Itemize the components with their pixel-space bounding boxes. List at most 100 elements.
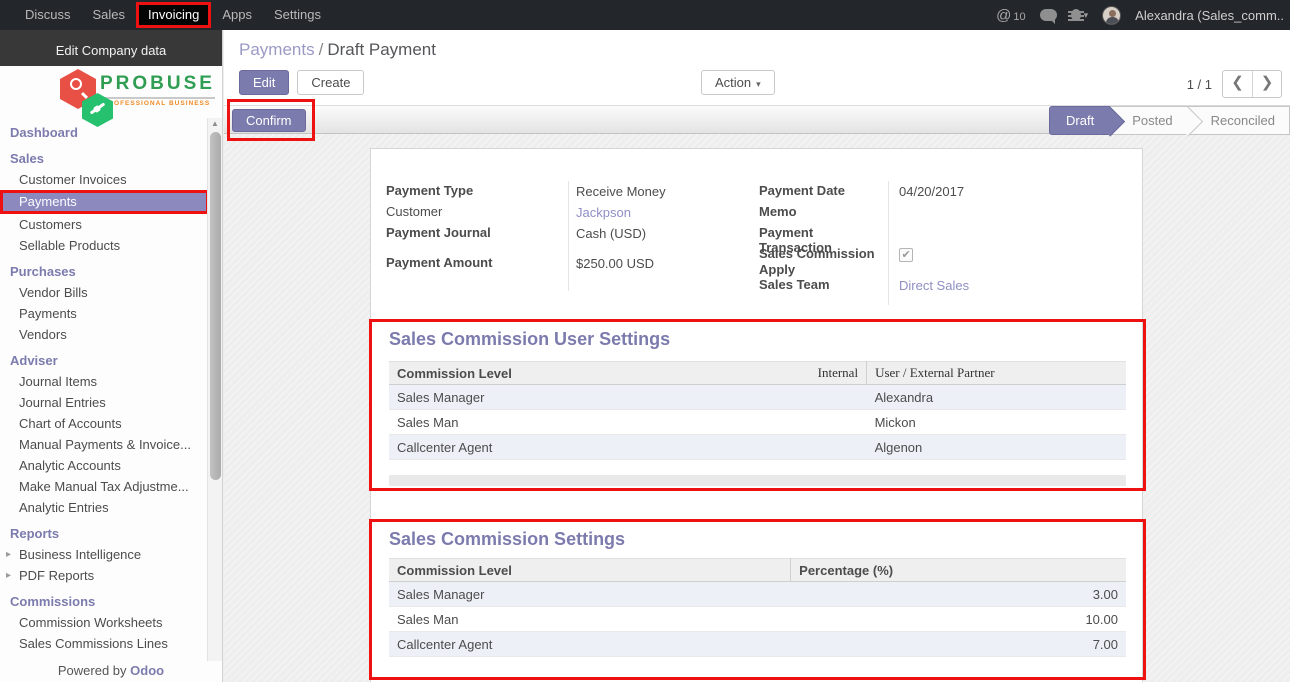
sidebar-item-payments-selected[interactable]: Payments [0,190,209,214]
sidebar-section-commissions[interactable]: Commissions [0,591,222,612]
sidebar-item-pdf-reports[interactable]: PDF Reports [0,565,222,586]
table-row[interactable]: Callcenter Agent Algenon [389,435,1126,460]
sales-team-value-wrap: Direct Sales [899,278,969,293]
powered-by-text: Powered by [58,663,127,678]
annotation-box-user-settings: Sales Commission User Settings Commissio… [369,319,1146,491]
status-draft[interactable]: Draft [1049,106,1110,135]
sidebar-item-analytic-accounts[interactable]: Analytic Accounts [0,455,222,476]
table-row[interactable]: Sales Man 10.00 [389,607,1126,632]
topbar-right-tools: @ 10 ▾ Alexandra (Sales_comm.. [996,0,1284,30]
col-percentage[interactable]: Percentage (%) [791,559,1126,582]
cell-level: Sales Manager [389,385,867,410]
payment-amount-value-wrap: $250.00 USD [576,256,654,271]
table-row[interactable]: Callcenter Agent 7.00 [389,632,1126,657]
statusbar: Draft Posted Reconciled [1049,106,1290,135]
form-sheet: Payment Type Receive Money Customer Jack… [370,148,1143,682]
scroll-up-icon[interactable]: ▲ [208,118,222,130]
status-reconciled[interactable]: Reconciled [1189,106,1290,135]
sidebar-item-vendor-payments[interactable]: Payments [0,303,222,324]
table-header-row: Commission Level Percentage (%) [389,559,1126,582]
field-sales-commission-apply: Sales Commission Apply [759,246,881,278]
sales-team-link[interactable]: Direct Sales [899,278,969,293]
col-user-partner[interactable]: User / External Partner [867,362,1126,385]
menu-apps[interactable]: Apps [211,0,263,30]
action-dropdown[interactable]: Action ▾ [701,70,775,95]
sidebar-item-business-intelligence[interactable]: Business Intelligence [0,544,222,565]
menu-sales[interactable]: Sales [82,0,137,30]
field-payment-type: Payment Type [386,183,561,198]
payment-amount-label: Payment Amount [386,255,561,270]
field-sales-team: Sales Team [759,277,884,292]
powered-by-odoo: Powered by Odoo [0,661,222,682]
field-payment-amount: Payment Amount [386,255,561,270]
sidebar-menu: Dashboard Sales Customer Invoices Paymen… [0,117,222,680]
confirm-button[interactable]: Confirm [232,109,306,132]
scrollbar-thumb[interactable] [210,132,221,480]
payment-journal-label: Payment Journal [386,225,561,240]
sidebar-item-customers[interactable]: Customers [0,214,222,235]
pager: 1 / 1 ❮ ❯ [1187,70,1282,98]
sidebar-item-analytic-entries[interactable]: Analytic Entries [0,497,222,518]
cell-percentage: 10.00 [791,607,1126,632]
cell-percentage: 3.00 [791,582,1126,607]
sidebar-item-manual-payments[interactable]: Manual Payments & Invoice... [0,434,222,455]
sidebar-section-adviser[interactable]: Adviser [0,350,222,371]
sidebar-item-customer-invoices[interactable]: Customer Invoices [0,169,222,190]
cell-user: Alexandra [867,385,1126,410]
sidebar-scrollbar[interactable]: ▲ ▼ [207,118,222,670]
table-row[interactable]: Sales Manager 3.00 [389,582,1126,607]
table-row[interactable]: Sales Manager Alexandra [389,385,1126,410]
chat-bubble-icon[interactable] [1040,9,1057,21]
sidebar-item-manual-tax-adjustments[interactable]: Make Manual Tax Adjustme... [0,476,222,497]
sidebar-item-journal-items[interactable]: Journal Items [0,371,222,392]
field-memo: Memo [759,204,884,219]
field-payment-date: Payment Date [759,183,884,198]
sidebar-section-sales[interactable]: Sales [0,148,222,169]
payment-form-fields: Payment Type Receive Money Customer Jack… [371,149,1142,314]
customer-link[interactable]: Jackpson [576,205,631,220]
sidebar-item-sellable-products[interactable]: Sellable Products [0,235,222,256]
sidebar-item-commission-worksheets[interactable]: Commission Worksheets [0,612,222,633]
cell-user: Algenon [867,435,1126,460]
pager-previous-button[interactable]: ❮ [1223,71,1252,97]
breadcrumb-current: Draft Payment [327,40,436,59]
edit-company-data-button[interactable]: Edit Company data [0,30,222,66]
debug-menu[interactable]: ▾ [1071,9,1089,21]
col-commission-level[interactable]: Commission Level [389,559,791,582]
odoo-brand-link[interactable]: Odoo [130,663,164,678]
field-payment-journal: Payment Journal [386,225,561,240]
edit-button[interactable]: Edit [239,70,289,95]
action-label: Action [715,75,751,90]
table-header-row: Commission Level Internal User / Externa… [389,362,1126,385]
user-menu-label[interactable]: Alexandra (Sales_comm.. [1135,8,1284,23]
menu-discuss[interactable]: Discuss [14,0,82,30]
sidebar-section-reports[interactable]: Reports [0,523,222,544]
mentions-counter[interactable]: @ 10 [996,7,1025,24]
menu-invoicing[interactable]: Invoicing [136,2,211,28]
sidebar-item-vendor-bills[interactable]: Vendor Bills [0,282,222,303]
create-button[interactable]: Create [297,70,364,95]
sidebar-section-purchases[interactable]: Purchases [0,261,222,282]
sales-commission-apply-value-wrap [899,248,913,265]
breadcrumb-payments-link[interactable]: Payments [239,40,315,59]
sidebar-item-chart-of-accounts[interactable]: Chart of Accounts [0,413,222,434]
menu-settings[interactable]: Settings [263,0,332,30]
sales-team-label: Sales Team [759,277,884,292]
sidebar-item-vendors[interactable]: Vendors [0,324,222,345]
caret-down-icon: ▾ [756,79,761,89]
sidebar-item-journal-entries[interactable]: Journal Entries [0,392,222,413]
sales-commission-apply-label: Sales Commission Apply [759,246,881,278]
cell-level: Callcenter Agent [389,435,867,460]
user-settings-table: Commission Level Internal User / Externa… [389,361,1126,460]
breadcrumb: Payments/Draft Payment [224,30,1290,60]
table-row[interactable]: Sales Man Mickon [389,410,1126,435]
sidebar-section-dashboard[interactable]: Dashboard [0,122,222,143]
field-separator-left [568,181,569,291]
col-commission-level[interactable]: Commission Level Internal [389,362,867,385]
sales-commission-apply-checkbox[interactable] [899,248,913,262]
user-avatar[interactable] [1102,6,1121,25]
at-icon: @ [996,7,1011,24]
sidebar-item-sales-commissions-lines[interactable]: Sales Commissions Lines [0,633,222,654]
pager-next-button[interactable]: ❯ [1252,71,1281,97]
cell-user: Mickon [867,410,1126,435]
